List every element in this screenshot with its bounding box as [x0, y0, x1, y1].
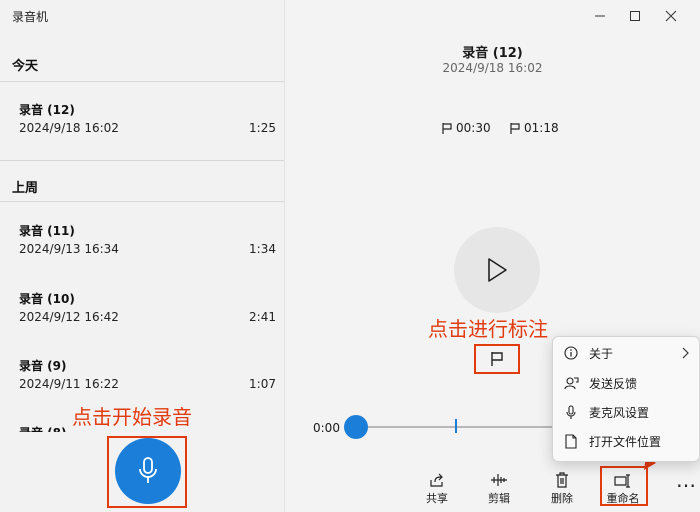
close-icon	[665, 10, 677, 22]
delete-label: 删除	[551, 492, 573, 505]
recording-item[interactable]: 录音 (11) 2024/9/13 16:34 1:34	[0, 222, 284, 278]
menu-item-feedback[interactable]: 发送反馈	[553, 369, 699, 397]
share-button[interactable]: 共享	[415, 468, 459, 506]
section-last-week: 上周	[12, 181, 39, 196]
recording-name: 录音 (8)	[19, 424, 67, 432]
menu-item-about[interactable]: 关于	[553, 339, 699, 367]
feedback-icon	[563, 377, 579, 390]
marker-time: 01:18	[524, 121, 559, 135]
info-icon	[564, 346, 578, 360]
section-today: 今天	[12, 59, 39, 74]
app-title: 录音机	[12, 10, 49, 24]
file-icon	[565, 433, 577, 449]
chevron-right-icon	[682, 347, 689, 359]
marker-item[interactable]: 00:30	[441, 121, 491, 135]
maximize-button[interactable]	[623, 6, 647, 26]
recording-date: 2024/9/11 16:22	[19, 377, 119, 391]
annotation-start-recording: 点击开始录音	[72, 405, 192, 429]
add-marker-button[interactable]	[474, 344, 520, 374]
menu-item-open-file-location[interactable]: 打开文件位置	[553, 427, 699, 455]
trim-icon	[491, 474, 507, 486]
recording-name: 录音 (12)	[19, 103, 75, 117]
flag-icon	[442, 122, 452, 134]
microphone-icon	[566, 404, 576, 419]
recording-date: 2024/9/18 16:02	[442, 61, 543, 75]
divider	[0, 81, 284, 82]
seek-track[interactable]	[353, 426, 553, 428]
more-options-menu: 关于 发送反馈 麦克风设置 打开文件位置	[552, 336, 700, 462]
microphone-icon	[139, 457, 157, 483]
trash-icon	[556, 472, 568, 488]
divider	[0, 201, 284, 202]
recording-date: 2024/9/18 16:02	[19, 121, 119, 135]
recording-name: 录音 (10)	[19, 292, 75, 306]
record-button[interactable]	[115, 438, 181, 504]
recordings-sidebar: 录音机 今天 录音 (12) 2024/9/18 16:02 1:25 上周 录…	[0, 0, 284, 512]
minimize-button[interactable]	[588, 6, 612, 26]
menu-item-label: 打开文件位置	[589, 434, 662, 449]
recording-duration: 1:34	[249, 242, 276, 256]
marker-tick	[455, 419, 457, 433]
recording-date: 2024/9/12 16:42	[19, 310, 119, 324]
share-label: 共享	[426, 492, 448, 505]
highlight-box	[600, 466, 648, 506]
seek-thumb[interactable]	[344, 415, 368, 439]
recording-title: 录音 (12)	[462, 46, 523, 61]
recording-item[interactable]: 录音 (10) 2024/9/12 16:42 2:41	[0, 290, 284, 346]
recording-item[interactable]: 录音 (12) 2024/9/18 16:02 1:25	[0, 101, 284, 157]
recording-name: 录音 (9)	[19, 359, 67, 373]
menu-item-label: 发送反馈	[589, 376, 638, 391]
divider	[0, 160, 284, 161]
play-button[interactable]	[454, 227, 540, 313]
flag-icon	[510, 122, 520, 134]
more-options-button[interactable]: …	[676, 468, 697, 492]
share-icon	[430, 473, 443, 487]
menu-item-mic-settings[interactable]: 麦克风设置	[553, 398, 699, 426]
recording-duration: 2:41	[249, 310, 276, 324]
flag-icon	[491, 352, 503, 366]
recording-duration: 1:25	[249, 121, 276, 135]
marker-time: 00:30	[456, 121, 491, 135]
annotation-add-marker: 点击进行标注	[428, 317, 548, 341]
trim-button[interactable]: 剪辑	[477, 468, 521, 506]
current-time: 0:00	[313, 421, 340, 435]
trim-label: 剪辑	[488, 492, 510, 505]
minimize-icon	[595, 15, 605, 17]
play-icon	[488, 258, 507, 282]
menu-item-label: 关于	[589, 346, 614, 361]
recording-date: 2024/9/13 16:34	[19, 242, 119, 256]
menu-item-label: 麦克风设置	[589, 405, 650, 420]
recording-name: 录音 (11)	[19, 224, 75, 238]
maximize-icon	[630, 11, 640, 21]
recording-duration: 1:07	[249, 377, 276, 391]
close-button[interactable]	[659, 6, 683, 26]
marker-item[interactable]: 01:18	[509, 121, 559, 135]
delete-button[interactable]: 删除	[540, 468, 584, 506]
